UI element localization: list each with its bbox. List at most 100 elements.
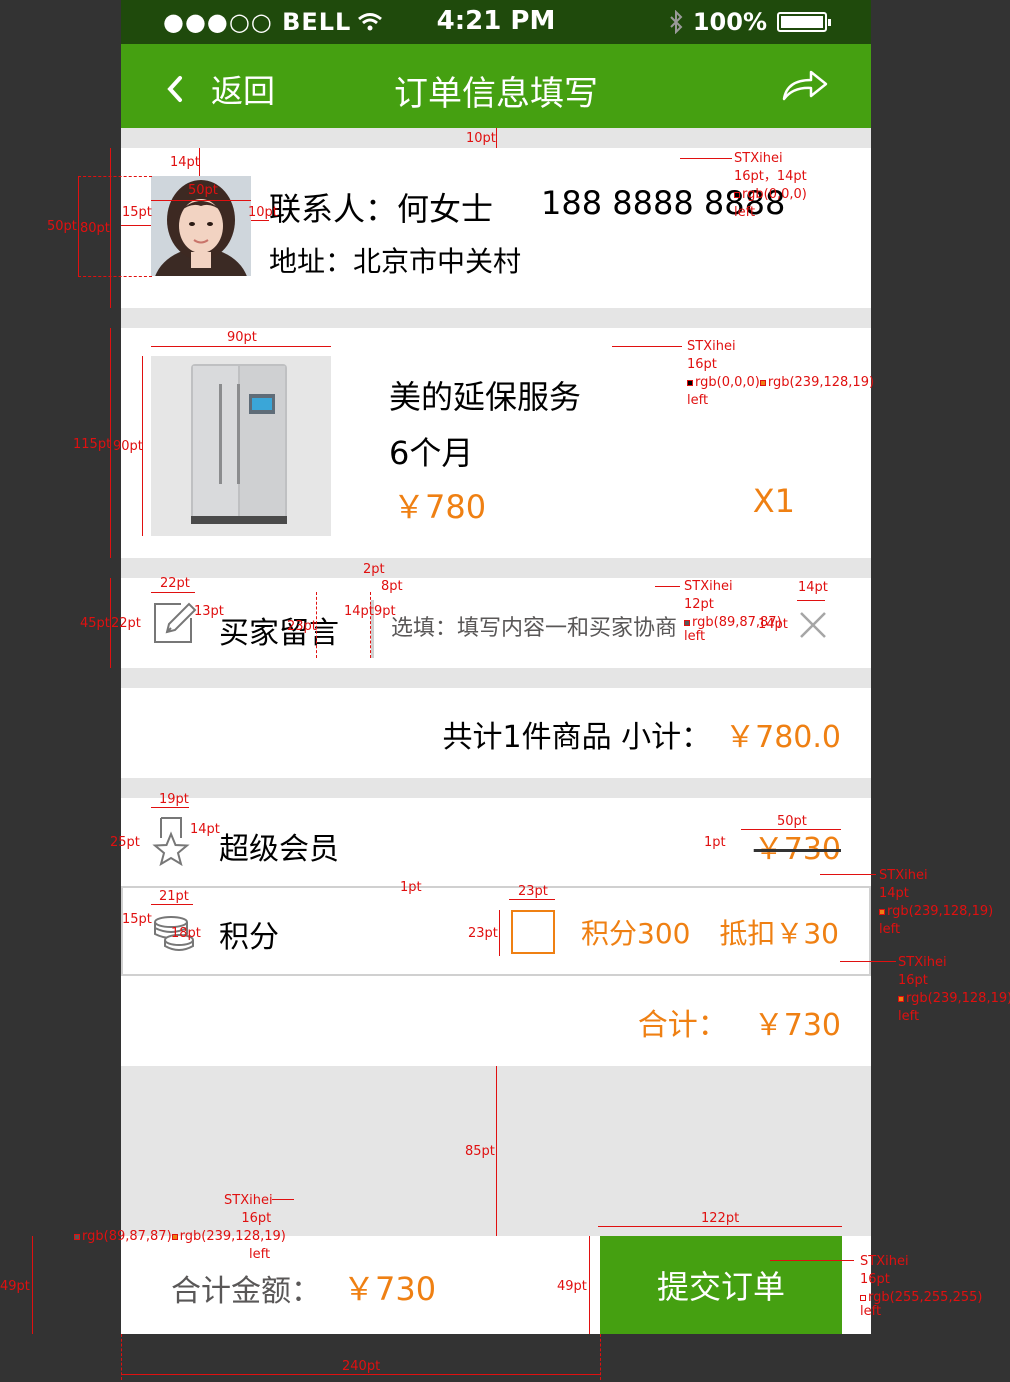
anno-coins-w: 21pt [159, 889, 189, 904]
anno-msg-divider-w: 2pt [363, 562, 385, 577]
anno-line [32, 1236, 33, 1334]
anno-line [612, 346, 682, 347]
points-balance: 积分300 [581, 917, 691, 950]
battery-percent: 100% [692, 8, 767, 36]
anno-msg-gap: 13pt [194, 604, 224, 619]
contact-name: 联系人：何女士 [269, 190, 494, 228]
subtotal-text: 共计1件商品 小计： ￥780.0 [442, 712, 841, 756]
battery-info: 100% [669, 8, 831, 36]
status-bar: ●●●○○ BELL 4:21 PM 100% [121, 0, 871, 44]
share-button[interactable] [781, 68, 829, 106]
product-image [151, 356, 331, 536]
anno-coins-left: 15pt [122, 912, 152, 927]
anno-msg-close-h: 14pt [758, 617, 788, 632]
page-title: 订单信息填写 [394, 74, 598, 114]
product-price: ￥780 [393, 488, 487, 526]
product-spec: 6个月 [389, 434, 474, 472]
anno-line [680, 158, 732, 159]
points-label: 积分 [219, 920, 279, 955]
anno-line [589, 1236, 590, 1334]
anno-msg-close-w: 14pt [798, 580, 828, 595]
close-icon[interactable] [799, 611, 827, 639]
anno-line [151, 592, 195, 593]
anno-member-strike: 50pt [777, 814, 807, 829]
anno-member-icon-w: 19pt [159, 792, 189, 807]
anno-submit-h: 49pt [557, 1279, 587, 1294]
bottom-total-label: 合计金额： [171, 1274, 321, 1309]
submit-order-button[interactable]: 提交订单 [600, 1236, 842, 1334]
anno-avatar-height: 50pt [47, 219, 77, 234]
anno-line [820, 874, 876, 875]
anno-line [151, 904, 193, 905]
total-row: 合计： ￥730 [121, 976, 871, 1066]
anno-dash [600, 1334, 601, 1380]
anno-line [499, 910, 500, 956]
anno-line [121, 225, 151, 226]
anno-product-img: 90pt [113, 439, 143, 454]
anno-bottom-h: 49pt [0, 1279, 30, 1294]
subtotal-label: 共计1件商品 小计： [442, 720, 712, 755]
subtotal-row: 共计1件商品 小计： ￥780.0 [121, 688, 871, 778]
bottom-total-amount: ￥730 [343, 1270, 437, 1308]
anno-msg-font: STXihei 12pt rgb(89,87,87) left [684, 579, 782, 644]
anno-dash [78, 276, 152, 277]
anno-line [151, 346, 331, 347]
anno-strike-line: 1pt [704, 835, 726, 850]
anno-bottom-w: 240pt [342, 1359, 381, 1374]
anno-member-gap: 14pt [190, 822, 220, 837]
anno-bottom-colors: rgb(89,87,87) rgb(239,128,19) [74, 1230, 286, 1243]
product-quantity: X1 [752, 482, 795, 520]
anno-line [251, 220, 269, 221]
anno-coins-h: 18pt [171, 926, 201, 941]
total-label: 合计： [637, 1008, 728, 1043]
points-checkbox[interactable] [511, 910, 555, 954]
anno-contact-height: 80pt [80, 221, 110, 236]
anno-dash [78, 176, 152, 177]
nav-bar: 返回 订单信息填写 [121, 44, 871, 128]
star-badge-icon [152, 817, 190, 867]
anno-line [121, 1374, 600, 1375]
bluetooth-icon [670, 10, 683, 34]
anno-line [272, 1199, 294, 1200]
anno-line [496, 128, 497, 148]
buyer-message-label: 买家留言 [219, 616, 339, 651]
anno-msg-label-h: 23pt [287, 619, 317, 634]
anno-bottom-font: STXihei 16pt [224, 1193, 273, 1226]
anno-line [151, 807, 189, 808]
anno-product-width: 90pt [227, 330, 257, 345]
edit-icon [154, 602, 197, 643]
member-row: 超级会员 ￥730 [121, 798, 871, 886]
anno-line [509, 899, 555, 900]
spec-sheet: ●●●○○ BELL 4:21 PM 100% 返回 订单信息填写 联系人：何女… [0, 0, 1010, 1382]
anno-line [110, 148, 111, 308]
anno-avatar-right: 10pt [248, 205, 278, 220]
anno-avatar-left: 15pt [122, 205, 152, 220]
anno-bottom-align: left [249, 1247, 271, 1262]
anno-points-border: 1pt [400, 880, 422, 895]
anno-msg-divider-gap: 8pt [381, 579, 403, 594]
anno-dash [370, 592, 371, 658]
anno-msg-gap2: 9pt [374, 604, 396, 619]
anno-product-font: STXihei 16pt rgb(0,0,0) rgb(239,128,19) l… [687, 339, 875, 408]
share-icon [782, 70, 828, 101]
anno-line [840, 961, 896, 962]
anno-points-font: STXihei 14pt rgb(239,128,19) left [879, 868, 994, 937]
refrigerator-image [151, 356, 331, 536]
anno-msg-label-size: 14pt [344, 604, 374, 619]
anno-line [598, 1226, 842, 1227]
member-label: 超级会员 [219, 832, 339, 867]
anno-checkbox-w: 23pt [518, 884, 548, 899]
member-original-price: ￥730 [753, 832, 841, 867]
anno-msg-card: 45pt [80, 616, 110, 631]
subtotal-amount: ￥780.0 [725, 720, 841, 755]
bottom-bar: 合计金额： ￥730 提交订单 [121, 1236, 871, 1334]
anno-line [741, 829, 841, 830]
battery-icon [777, 12, 831, 32]
anno-line [151, 200, 251, 201]
anno-submit-w: 122pt [701, 1211, 740, 1226]
anno-avatar-top: 14pt [170, 155, 200, 170]
anno-total-font: STXihei 16pt rgb(239,128,19) left [898, 955, 1010, 1024]
anno-contact-font: STXihei 16pt，14pt rgb(0,0,0) left [734, 151, 807, 220]
anno-line [770, 1260, 854, 1261]
anno-avatar-size: 50pt [188, 183, 218, 198]
